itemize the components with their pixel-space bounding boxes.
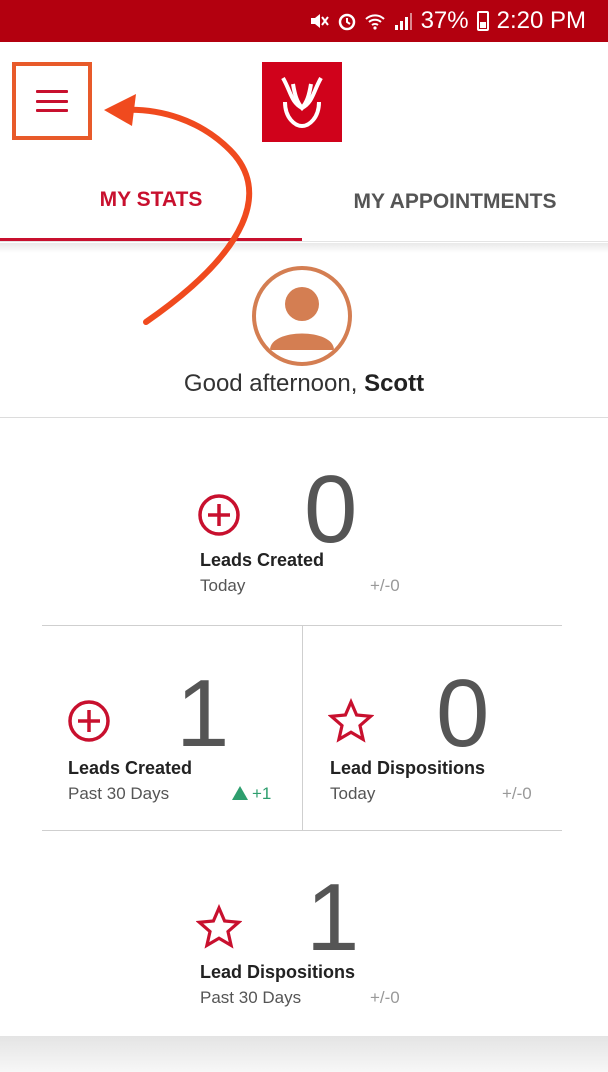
- stat-title: Leads Created: [200, 550, 325, 570]
- tab-bar: MY STATS MY APPOINTMENTS: [0, 162, 608, 242]
- app-logo: [262, 62, 342, 142]
- stat-delta: +/-0: [370, 988, 400, 1007]
- stat-value: 1: [306, 864, 360, 971]
- stat-card-leads-30-days[interactable]: 1 Leads Created Past 30 Days +1: [60, 640, 300, 820]
- menu-button[interactable]: [12, 62, 92, 140]
- user-name: Scott: [364, 370, 425, 397]
- tulip-logo-icon: [281, 77, 323, 129]
- mute-icon: [310, 14, 329, 28]
- avatar: [252, 266, 352, 366]
- stat-value: 0: [304, 456, 358, 563]
- wifi-icon: [364, 14, 385, 30]
- divider: [42, 830, 562, 831]
- stat-period: Past 30 Days: [200, 988, 302, 1007]
- stat-delta-up: +1: [232, 784, 271, 804]
- status-time: 2:20 PM: [496, 7, 586, 34]
- plus-circle-icon: [198, 494, 240, 536]
- stat-period: Past 30 Days: [68, 784, 170, 803]
- stat-card-dispositions-30-days[interactable]: 1 Lead Dispositions Past 30 Days +/-0: [190, 848, 430, 1024]
- battery-percent: 37%: [420, 7, 469, 34]
- triangle-up-icon: [232, 786, 248, 800]
- tab-my-stats[interactable]: MY STATS: [0, 162, 302, 241]
- alarm-icon: [338, 13, 355, 31]
- signal-icon: [394, 13, 412, 30]
- user-icon: [270, 287, 334, 350]
- stat-card-leads-today[interactable]: 0 Leads Created Today +/-0: [190, 440, 430, 610]
- greeting-text: Good afternoon,: [183, 370, 365, 397]
- greeting: Good afternoon, Scott: [0, 370, 608, 398]
- tab-shadow: [0, 243, 608, 253]
- hamburger-icon: [36, 90, 68, 112]
- star-icon: [196, 904, 242, 949]
- stat-delta: +/-0: [370, 576, 400, 595]
- stat-card-dispositions-today[interactable]: 0 Lead Dispositions Today +/-0: [322, 640, 562, 820]
- star-icon: [328, 698, 374, 743]
- plus-circle-icon: [68, 700, 110, 742]
- stat-title: Lead Dispositions: [330, 758, 486, 778]
- status-bar: 37% 2:20 PM: [0, 0, 608, 42]
- battery-icon: [476, 11, 489, 31]
- stat-title: Leads Created: [68, 758, 193, 778]
- divider: [302, 626, 303, 830]
- stat-period: Today: [330, 784, 376, 803]
- profile-section: Good afternoon, Scott: [0, 258, 608, 418]
- bottom-shadow: [0, 1036, 608, 1072]
- stat-period: Today: [200, 576, 246, 595]
- stat-value: 0: [436, 660, 490, 767]
- tab-my-appointments[interactable]: MY APPOINTMENTS: [302, 162, 608, 241]
- stat-delta: +/-0: [502, 784, 532, 803]
- app-bar: [0, 42, 608, 162]
- stat-delta: +1: [252, 784, 272, 803]
- stat-value: 1: [176, 660, 230, 767]
- stat-title: Lead Dispositions: [200, 962, 356, 982]
